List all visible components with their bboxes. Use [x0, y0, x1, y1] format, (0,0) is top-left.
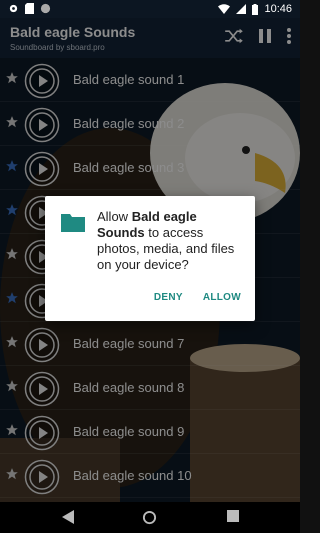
allow-button[interactable]: ALLOW [203, 292, 241, 303]
circle-icon [40, 3, 51, 14]
dialog-message: Allow Bald eagle Sounds to access photos… [97, 209, 247, 273]
home-icon[interactable] [142, 510, 157, 525]
permission-dialog: Allow Bald eagle Sounds to access photos… [45, 196, 255, 321]
deny-button[interactable]: DENY [154, 292, 183, 303]
status-right-icons: 10:46 [218, 3, 292, 15]
dialog-prefix: Allow [97, 209, 132, 224]
navigation-bar [0, 502, 300, 533]
recents-icon[interactable] [227, 510, 239, 522]
wifi-icon [218, 4, 231, 14]
signal-icon [236, 4, 247, 14]
status-left-icons [8, 3, 51, 14]
status-time: 10:46 [264, 3, 292, 15]
status-bar: 10:46 [0, 0, 300, 18]
sd-card-icon [25, 3, 34, 14]
battery-icon [252, 3, 259, 15]
back-icon[interactable] [62, 510, 74, 524]
gear-icon [9, 4, 18, 13]
folder-icon [61, 214, 85, 232]
dialog-actions: DENY ALLOW [154, 292, 241, 303]
